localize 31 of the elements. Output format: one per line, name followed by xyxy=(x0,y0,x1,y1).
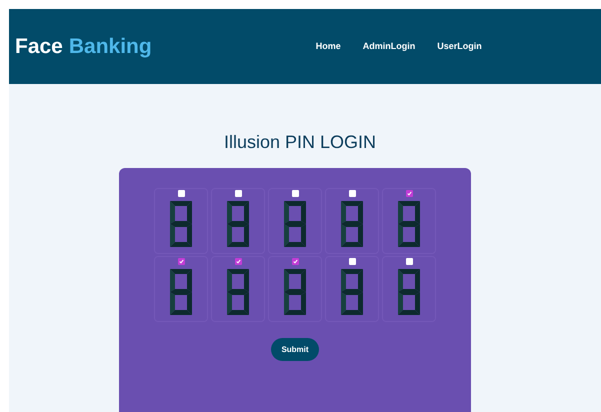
check-icon xyxy=(406,191,412,196)
nav-link[interactable]: AdminLogin xyxy=(362,40,416,54)
seven-segment-digit-drawing xyxy=(169,268,193,316)
checkbox[interactable] xyxy=(406,190,412,197)
checkbox[interactable] xyxy=(178,190,184,197)
seven-segment-digit-drawing xyxy=(226,200,250,248)
check-icon xyxy=(236,259,240,264)
seven-segment-digit-drawing xyxy=(397,200,421,248)
checkbox[interactable] xyxy=(178,258,184,265)
checkbox[interactable] xyxy=(348,190,356,197)
checkbox[interactable] xyxy=(234,258,242,265)
checkbox[interactable] xyxy=(292,258,298,265)
checkbox[interactable] xyxy=(348,258,356,265)
nav-link[interactable]: Home xyxy=(316,40,341,54)
seven-segment-digit-drawing xyxy=(283,268,307,316)
check-icon xyxy=(178,259,184,264)
seven-segment-digit-drawing xyxy=(397,268,421,316)
submit-button[interactable]: Submit xyxy=(271,338,319,361)
nav-link[interactable]: UserLogin xyxy=(437,40,482,54)
seven-segment-digit-drawing xyxy=(169,200,193,248)
seven-segment-digit-drawing xyxy=(340,200,364,248)
checkbox[interactable] xyxy=(406,258,412,265)
seven-segment-digit-drawing xyxy=(283,200,307,248)
seven-segment-digit-drawing xyxy=(340,268,364,316)
seven-segment-digit-drawing xyxy=(226,268,250,316)
check-icon xyxy=(292,259,298,264)
checkbox[interactable] xyxy=(292,190,298,197)
brand-logo-text: Face xyxy=(15,34,63,60)
page-title: Illusion PIN LOGIN xyxy=(224,131,378,154)
brand-logo-text: Banking xyxy=(68,34,152,60)
checkbox[interactable] xyxy=(234,190,242,197)
